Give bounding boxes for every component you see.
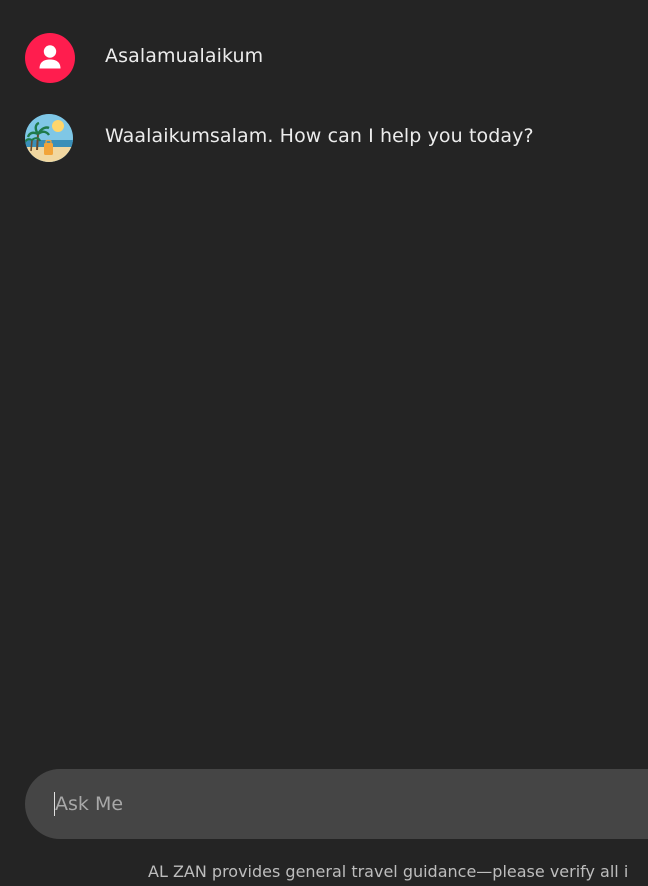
assistant-avatar — [25, 114, 73, 162]
chat-input-container[interactable] — [25, 769, 648, 839]
ask-input[interactable] — [55, 769, 645, 839]
assistant-message: Waalaikumsalam. How can I help you today… — [0, 113, 648, 163]
user-message: Asalamualaikum — [0, 33, 648, 83]
user-message-text: Asalamualaikum — [105, 45, 264, 67]
assistant-message-text: Waalaikumsalam. How can I help you today… — [105, 125, 534, 147]
user-avatar — [25, 33, 75, 83]
beach-travel-icon — [25, 114, 73, 162]
user-icon — [39, 45, 61, 69]
chat-page: Asalamualaikum Waalaikumsalam. How can I — [0, 0, 648, 886]
footer-disclaimer: AL ZAN provides general travel guidance—… — [148, 862, 629, 881]
